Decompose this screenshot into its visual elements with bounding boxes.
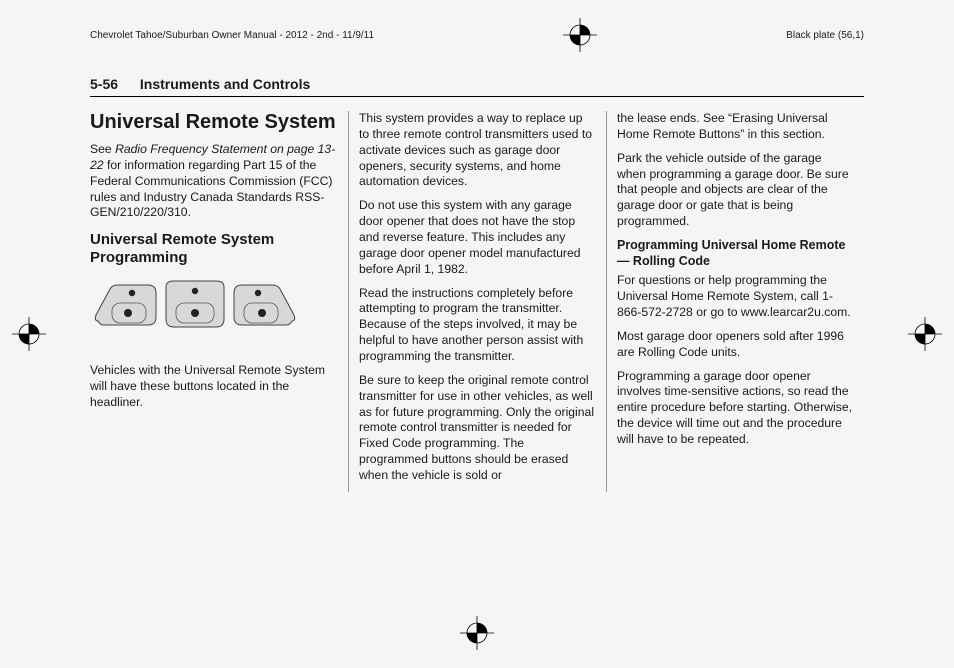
paragraph: For questions or help programming the Un… bbox=[617, 273, 854, 321]
programming-subtitle: Universal Remote System Programming bbox=[90, 231, 338, 267]
rf-statement-paragraph: See Radio Frequency Statement on page 13… bbox=[90, 142, 338, 221]
plate-label: Black plate (56,1) bbox=[786, 30, 864, 41]
remote-buttons-figure bbox=[90, 275, 338, 353]
page-header: 5-56 Instruments and Controls bbox=[90, 76, 864, 97]
paragraph: Do not use this system with any garage d… bbox=[359, 198, 596, 277]
column-1: Universal Remote System See Radio Freque… bbox=[90, 111, 348, 492]
left-crop-mark bbox=[12, 317, 46, 351]
paragraph: Programming a garage door opener involve… bbox=[617, 369, 854, 448]
section-title: Instruments and Controls bbox=[140, 76, 310, 92]
paragraph: Read the instructions completely before … bbox=[359, 286, 596, 365]
manual-reference: Chevrolet Tahoe/Suburban Owner Manual - … bbox=[90, 30, 374, 41]
top-crop-mark bbox=[563, 18, 597, 52]
topic-title: Universal Remote System bbox=[90, 111, 338, 134]
page-content: 5-56 Instruments and Controls Universal … bbox=[90, 76, 864, 492]
rolling-code-heading: Programming Universal Home Remote — Roll… bbox=[617, 238, 854, 269]
text: See bbox=[90, 142, 115, 156]
column-2: This system provides a way to replace up… bbox=[348, 111, 606, 492]
paragraph: Be sure to keep the original remote cont… bbox=[359, 373, 596, 484]
paragraph: Most garage door openers sold after 1996… bbox=[617, 329, 854, 361]
paragraph: Park the vehicle outside of the garage w… bbox=[617, 151, 854, 230]
right-crop-mark bbox=[908, 317, 942, 351]
text: for information regarding Part 15 of the… bbox=[90, 158, 332, 220]
figure-caption: Vehicles with the Universal Remote Syste… bbox=[90, 363, 338, 411]
paragraph: This system provides a way to replace up… bbox=[359, 111, 596, 190]
page-number: 5-56 bbox=[90, 76, 118, 92]
print-header: Chevrolet Tahoe/Suburban Owner Manual - … bbox=[0, 18, 954, 52]
bottom-crop-mark bbox=[460, 616, 494, 650]
column-3: the lease ends. See “Erasing Universal H… bbox=[606, 111, 864, 492]
body-columns: Universal Remote System See Radio Freque… bbox=[90, 111, 864, 492]
paragraph: the lease ends. See “Erasing Universal H… bbox=[617, 111, 854, 143]
